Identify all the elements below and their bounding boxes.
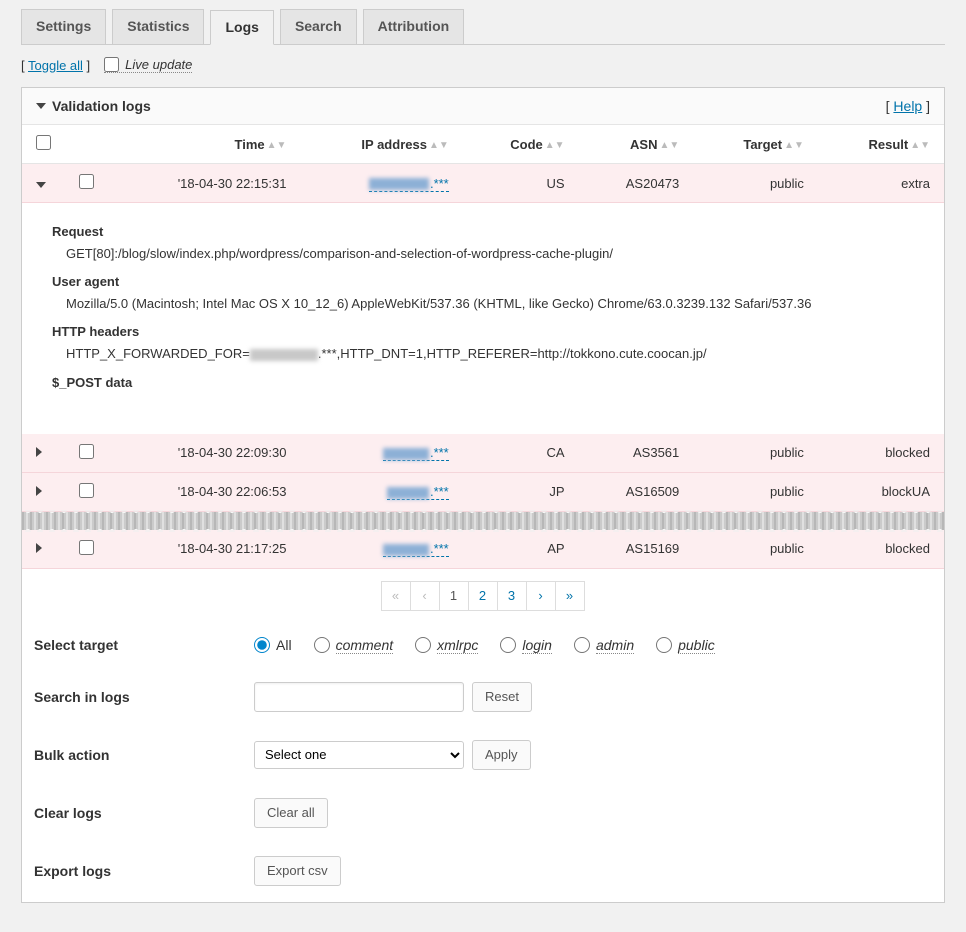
cell-time: '18-04-30 22:06:53 xyxy=(108,472,300,511)
cell-target: public xyxy=(693,164,818,203)
table-row[interactable]: '18-04-30 21:17:25 .*** AP AS15169 publi… xyxy=(22,530,944,569)
cell-asn: AS20473 xyxy=(579,164,694,203)
table-row[interactable]: '18-04-30 22:15:31 .*** US AS20473 publi… xyxy=(22,164,944,203)
row-detail: Request GET[80]:/blog/slow/index.php/wor… xyxy=(22,203,944,434)
row-checkbox[interactable] xyxy=(79,540,94,555)
torn-divider xyxy=(22,512,944,530)
cell-target: public xyxy=(693,530,818,569)
export-logs-label: Export logs xyxy=(34,863,254,879)
cell-ip[interactable]: .*** xyxy=(300,472,462,511)
sort-icon: ▲▼ xyxy=(910,143,930,148)
detail-request: GET[80]:/blog/slow/index.php/wordpress/c… xyxy=(52,243,914,265)
target-login[interactable]: login xyxy=(500,637,552,654)
cell-result: extra xyxy=(818,164,944,203)
select-target-label: Select target xyxy=(34,637,254,653)
sort-icon: ▲▼ xyxy=(429,143,449,148)
caret-right-icon[interactable] xyxy=(36,543,42,553)
target-comment[interactable]: comment xyxy=(314,637,394,654)
pager-prev[interactable]: ‹ xyxy=(410,581,440,611)
panel-title: Validation logs xyxy=(52,98,151,114)
search-input[interactable] xyxy=(254,682,464,712)
caret-down-icon[interactable] xyxy=(36,103,46,109)
cell-ip[interactable]: .*** xyxy=(300,164,462,203)
cell-time: '18-04-30 22:15:31 xyxy=(108,164,300,203)
pager-last[interactable]: » xyxy=(555,581,585,611)
pager: « ‹ 1 2 3 › » xyxy=(22,569,944,623)
live-update-checkbox[interactable] xyxy=(104,57,119,72)
pager-next[interactable]: › xyxy=(526,581,556,611)
help-wrap: [ Help ] xyxy=(886,98,930,114)
clear-logs-label: Clear logs xyxy=(34,805,254,821)
cell-result: blocked xyxy=(818,434,944,473)
cell-asn: AS16509 xyxy=(579,472,694,511)
caret-down-icon[interactable] xyxy=(36,182,46,188)
export-csv-button[interactable]: Export csv xyxy=(254,856,341,886)
tab-settings[interactable]: Settings xyxy=(21,9,106,44)
sort-icon: ▲▼ xyxy=(545,143,565,148)
apply-button[interactable]: Apply xyxy=(472,740,531,770)
col-target[interactable]: Target▲▼ xyxy=(693,125,818,164)
cell-target: public xyxy=(693,434,818,473)
target-radios: All comment xmlrpc login admin public xyxy=(254,637,715,654)
pager-page-1[interactable]: 1 xyxy=(439,581,469,611)
cell-ip[interactable]: .*** xyxy=(300,434,462,473)
cell-result: blockUA xyxy=(818,472,944,511)
toggle-all-wrap: [ Toggle all ] xyxy=(21,58,90,73)
live-update-label[interactable]: Live update xyxy=(104,57,192,73)
sort-icon: ▲▼ xyxy=(784,143,804,148)
cell-code: JP xyxy=(463,472,579,511)
sort-icon: ▲▼ xyxy=(659,143,679,148)
cell-code: US xyxy=(463,164,579,203)
detail-ua: Mozilla/5.0 (Macintosh; Intel Mac OS X 1… xyxy=(52,293,914,315)
col-ip[interactable]: IP address▲▼ xyxy=(300,125,462,164)
cell-code: AP xyxy=(463,530,579,569)
logs-table: Time▲▼ IP address▲▼ Code▲▼ ASN▲▼ Target▲… xyxy=(22,125,944,569)
caret-right-icon[interactable] xyxy=(36,447,42,457)
sort-icon: ▲▼ xyxy=(267,143,287,148)
cell-code: CA xyxy=(463,434,579,473)
tab-attribution[interactable]: Attribution xyxy=(363,9,465,44)
toggle-all-link[interactable]: Toggle all xyxy=(28,58,83,73)
search-logs-label: Search in logs xyxy=(34,689,254,705)
detail-headers-label: HTTP headers xyxy=(52,321,914,343)
row-checkbox[interactable] xyxy=(79,174,94,189)
tab-statistics[interactable]: Statistics xyxy=(112,9,204,44)
col-asn[interactable]: ASN▲▼ xyxy=(579,125,694,164)
detail-request-label: Request xyxy=(52,221,914,243)
col-result[interactable]: Result▲▼ xyxy=(818,125,944,164)
caret-right-icon[interactable] xyxy=(36,486,42,496)
bulk-select[interactable]: Select one xyxy=(254,741,464,769)
pager-first[interactable]: « xyxy=(381,581,411,611)
detail-headers: HTTP_X_FORWARDED_FOR=.***,HTTP_DNT=1,HTT… xyxy=(52,343,914,365)
tabs-bar: Settings Statistics Logs Search Attribut… xyxy=(21,9,945,45)
col-code[interactable]: Code▲▼ xyxy=(463,125,579,164)
cell-asn: AS15169 xyxy=(579,530,694,569)
pager-page-3[interactable]: 3 xyxy=(497,581,527,611)
tab-search[interactable]: Search xyxy=(280,9,357,44)
table-row[interactable]: '18-04-30 22:09:30 .*** CA AS3561 public… xyxy=(22,434,944,473)
table-row[interactable]: '18-04-30 22:06:53 .*** JP AS16509 publi… xyxy=(22,472,944,511)
cell-time: '18-04-30 21:17:25 xyxy=(108,530,300,569)
select-all-checkbox[interactable] xyxy=(36,135,51,150)
reset-button[interactable]: Reset xyxy=(472,682,532,712)
bulk-action-label: Bulk action xyxy=(34,747,254,763)
cell-time: '18-04-30 22:09:30 xyxy=(108,434,300,473)
target-all[interactable]: All xyxy=(254,637,292,653)
target-admin[interactable]: admin xyxy=(574,637,634,654)
row-checkbox[interactable] xyxy=(79,483,94,498)
help-link[interactable]: Help xyxy=(893,98,922,114)
target-xmlrpc[interactable]: xmlrpc xyxy=(415,637,478,654)
cell-result: blocked xyxy=(818,530,944,569)
tab-logs[interactable]: Logs xyxy=(210,10,273,45)
detail-post-label: $_POST data xyxy=(52,372,914,394)
cell-asn: AS3561 xyxy=(579,434,694,473)
cell-ip[interactable]: .*** xyxy=(300,530,462,569)
col-time[interactable]: Time▲▼ xyxy=(108,125,300,164)
target-public[interactable]: public xyxy=(656,637,715,654)
clear-all-button[interactable]: Clear all xyxy=(254,798,328,828)
pager-page-2[interactable]: 2 xyxy=(468,581,498,611)
row-checkbox[interactable] xyxy=(79,444,94,459)
detail-ua-label: User agent xyxy=(52,271,914,293)
cell-target: public xyxy=(693,472,818,511)
